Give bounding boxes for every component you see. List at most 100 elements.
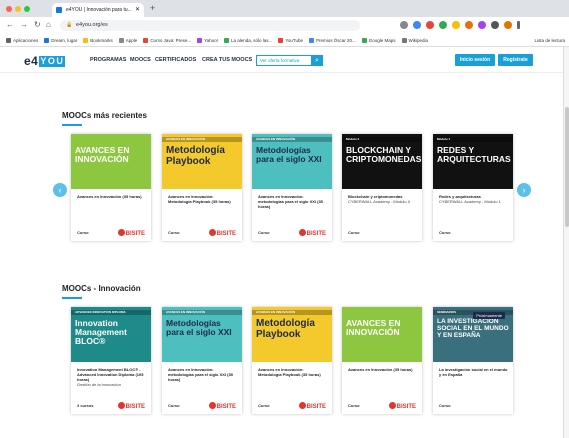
login-button[interactable]: Inicio sesión — [455, 54, 495, 66]
nav-programas[interactable]: PROGRAMAS — [90, 57, 126, 63]
bookmark-label: Aplicaciones — [13, 38, 39, 43]
maximize-window-button[interactable] — [24, 6, 30, 12]
bookmark-item[interactable]: La alenda, sólo las... — [224, 34, 272, 46]
carousel-next-button[interactable]: › — [517, 183, 531, 197]
extension-icon[interactable] — [452, 21, 460, 29]
forward-button[interactable]: → — [20, 20, 28, 29]
bookmark-favicon-icon — [44, 38, 50, 43]
bisite-mark-icon — [298, 402, 306, 409]
page-scrollbar[interactable] — [563, 47, 569, 438]
scroll-thumb[interactable] — [565, 107, 569, 227]
nav-crea-tus-moocs[interactable]: CREA TUS MOOCS — [202, 57, 252, 63]
back-button[interactable]: ← — [6, 20, 14, 29]
course-card[interactable]: AVANCES EN INNOVACIÓN Metodología Playboo… — [252, 307, 332, 414]
tab-title: e4YOU | Innovación para tu... — [66, 7, 132, 13]
course-title[interactable]: Blockchain y criptomonedas CYBERWALL Acad… — [348, 194, 418, 204]
search-icon[interactable]: ⌕ — [311, 55, 323, 66]
close-tab-icon[interactable]: ✕ — [135, 3, 140, 17]
course-title[interactable]: Avances en Innovación (35 horas) — [77, 194, 147, 199]
course-card[interactable]: Módulo 2 BLOCKCHAIN Y CRIPTOMONEDAS Blockc… — [342, 134, 422, 241]
course-thumbnail[interactable]: AVANCES EN INNOVACIÓN Metodología Playboo… — [162, 134, 242, 189]
extension-icon[interactable] — [478, 21, 486, 29]
course-title-text: Avances en Innovación: Metodología Playb… — [258, 367, 321, 377]
bookmark-item[interactable]: Google Maps — [361, 34, 396, 46]
menu-kebab-icon[interactable] — [517, 21, 520, 29]
bookmark-item[interactable]: Apple — [118, 34, 137, 46]
bookmark-item[interactable]: Premios Óscar 20... — [309, 34, 356, 46]
minimize-window-button[interactable] — [15, 6, 21, 12]
course-thumbnail[interactable]: AVANCES EN INNOVACIÓN — [71, 134, 151, 189]
bookmark-favicon-icon — [401, 38, 407, 43]
course-card[interactable]: ADVANCED INNOVATION DIPLOMA Innovation Ma… — [71, 307, 151, 414]
thumbnail-title: Metodología Playbook — [256, 318, 315, 340]
course-title[interactable]: Avances en Innovación: metodologías para… — [258, 194, 328, 209]
bookmark-item[interactable]: Dream, lugar — [44, 34, 77, 46]
course-card[interactable]: AVANCES EN INNOVACIÓN Metodologías para e… — [252, 134, 332, 241]
course-thumbnail[interactable]: ADVANCED INNOVATION DIPLOMA Innovation Ma… — [71, 307, 151, 362]
logo-text: e4 — [24, 54, 39, 68]
course-card[interactable]: SEMINARIOS LA INVESTIGACIÓN SOCIAL EN EL … — [433, 307, 513, 414]
bookmark-item[interactable]: Aplicaciones — [6, 34, 39, 46]
course-card[interactable]: Módulo 1 REDES Y ARQUITECTURAS Redes y arq… — [433, 134, 513, 241]
course-title[interactable]: Avances en Innovación: metodologías para… — [168, 367, 238, 382]
course-type-label: Curso — [168, 403, 180, 408]
browser-tab[interactable]: e4YOU | Innovación para tu... ✕ — [52, 3, 144, 17]
puzzle-icon[interactable] — [491, 21, 499, 29]
home-icon[interactable]: ⌂ — [46, 20, 51, 29]
course-title[interactable]: Redes y arquitecturas CYBERWALL Academy -… — [439, 194, 509, 204]
bookmark-favicon-icon — [309, 38, 314, 43]
address-bar[interactable]: 🔒 e4you.org/es — [60, 20, 360, 31]
course-thumbnail[interactable]: AVANCES EN INNOVACIÓN Metodologías para e… — [162, 307, 242, 362]
course-title[interactable]: Avances en Innovación: Metodología Playb… — [168, 194, 238, 204]
reading-list-link[interactable]: Lista de lectura — [534, 34, 565, 46]
nav-certificados[interactable]: CERTIFICADOS — [155, 57, 196, 63]
extension-icon[interactable] — [426, 21, 434, 29]
bisite-text: BISITE — [125, 231, 145, 237]
course-card[interactable]: AVANCES EN INNOVACIÓN Metodología Playboo… — [162, 134, 242, 241]
logo-you: YOU — [39, 56, 66, 67]
course-type-label: Curso — [77, 230, 89, 235]
bisite-logo: BISITE — [117, 402, 145, 410]
profile-avatar[interactable] — [504, 21, 512, 29]
bookmark-item[interactable]: Wikipedia — [401, 34, 428, 46]
thumbnail-tag: AVANCES EN INNOVACIÓN — [162, 137, 242, 142]
course-title[interactable]: La investigación social en el mundo y en… — [439, 367, 509, 377]
bookmark-label: Premios Óscar 20... — [316, 38, 356, 43]
course-title[interactable]: Avances en Innovación (35 horas) — [348, 367, 418, 372]
bisite-text: BISITE — [396, 404, 416, 410]
section-title: MOOCs - Innovación — [62, 284, 141, 293]
extension-icon[interactable] — [439, 21, 447, 29]
bookmark-item[interactable]: YouTube — [278, 34, 303, 46]
course-thumbnail[interactable]: Módulo 2 BLOCKCHAIN Y CRIPTOMONEDAS — [342, 134, 422, 189]
course-card[interactable]: AVANCES EN INNOVACIÓN Metodologías para e… — [162, 307, 242, 414]
extension-icon[interactable] — [413, 21, 421, 29]
thumbnail-tag: AVANCES EN INNOVACIÓN — [162, 310, 242, 315]
register-button[interactable]: Regístrate — [498, 54, 533, 66]
nav-moocs[interactable]: MOOCS — [130, 57, 151, 63]
course-thumbnail[interactable]: SEMINARIOS LA INVESTIGACIÓN SOCIAL EN EL … — [433, 307, 513, 362]
section-innovacion: MOOCs - Innovación — [62, 284, 532, 299]
course-card[interactable]: AVANCES EN INNOVACIÓN Avances en Innovaci… — [71, 134, 151, 241]
bookmark-item[interactable]: Bookmarks — [83, 34, 113, 46]
bookmark-item[interactable]: Curso Java: Prese... — [143, 34, 191, 46]
course-thumbnail[interactable]: AVANCES EN INNOVACIÓN — [342, 307, 422, 362]
reload-button[interactable]: ↻ — [34, 20, 41, 29]
course-thumbnail[interactable]: AVANCES EN INNOVACIÓN Metodologías para e… — [252, 134, 332, 189]
extension-icon[interactable] — [465, 21, 473, 29]
course-card[interactable]: AVANCES EN INNOVACIÓN Avances en Innovaci… — [342, 307, 422, 414]
close-window-button[interactable] — [6, 6, 12, 12]
carousel-prev-button[interactable]: ‹ — [53, 183, 67, 197]
course-thumbnail[interactable]: AVANCES EN INNOVACIÓN Metodología Playboo… — [252, 307, 332, 362]
bookmark-label: Yahoo! — [204, 38, 219, 43]
bookmark-favicon-icon — [83, 38, 89, 43]
new-tab-button[interactable]: + — [150, 3, 155, 13]
bookmark-item[interactable]: Yahoo! — [197, 34, 219, 46]
course-thumbnail[interactable]: Módulo 1 REDES Y ARQUITECTURAS — [433, 134, 513, 189]
star-icon[interactable] — [400, 21, 408, 29]
thumbnail-title: AVANCES EN INNOVACIÓN — [346, 318, 401, 337]
bookmark-favicon-icon — [361, 38, 367, 43]
course-title[interactable]: Innovation Management BLOC® - Advanced I… — [77, 367, 147, 387]
e4you-logo[interactable]: e4 YOU — [24, 54, 66, 68]
course-subtitle: CYBERWALL Academy - Módulo 1 — [439, 199, 501, 204]
course-title[interactable]: Avances en Innovación: Metodología Playb… — [258, 367, 328, 377]
